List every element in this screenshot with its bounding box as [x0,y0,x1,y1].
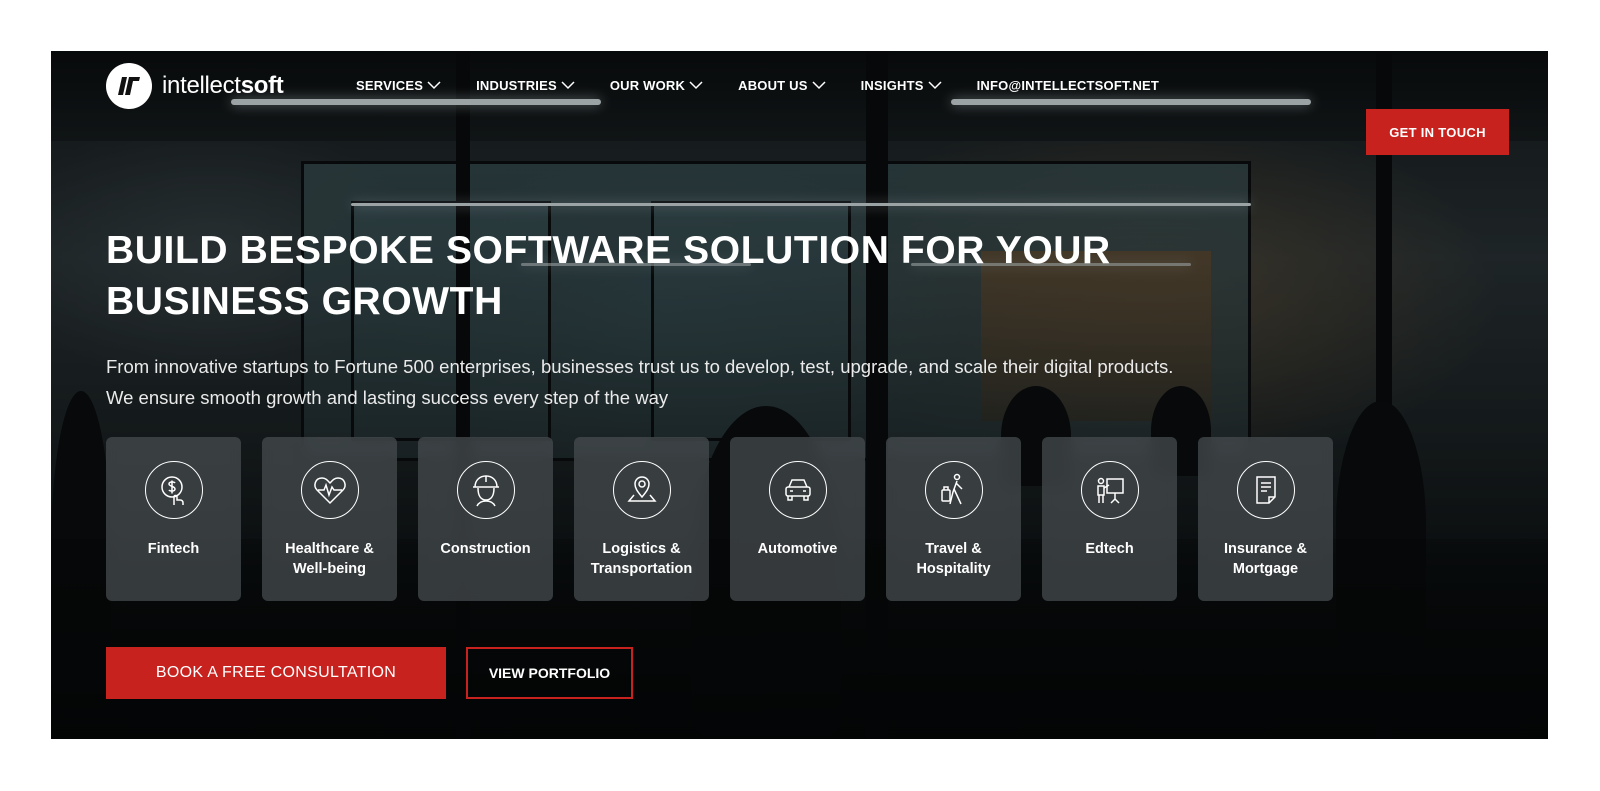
chevron-down-icon [812,81,826,90]
hero-section: intellectsoft SERVICES INDUSTRIES OUR WO… [51,51,1548,739]
nav-services[interactable]: SERVICES [356,78,441,93]
industry-card-edtech[interactable]: Edtech [1042,437,1177,601]
industry-card-label: Logistics & Transportation [590,541,693,577]
industry-card-label: Fintech [147,541,200,557]
nav-industries-label: INDUSTRIES [476,78,557,93]
industry-card-automotive[interactable]: Automotive [730,437,865,601]
nav-insights-label: INSIGHTS [860,78,924,93]
industry-card-logistics[interactable]: Logistics & Transportation [574,437,709,601]
insurance-icon [1236,461,1295,519]
chevron-down-icon [689,81,703,90]
edtech-icon [1080,461,1139,519]
hero-subtitle-line-1: From innovative startups to Fortune 500 … [106,356,1174,377]
industry-card-insurance[interactable]: Insurance & Mortgage [1198,437,1333,601]
nav-email-label: INFO@INTELLECTSOFT.NET [976,78,1160,93]
chevron-down-icon [561,81,575,90]
chevron-down-icon [928,81,942,90]
hero-title: BUILD BESPOKE SOFTWARE SOLUTION FOR YOUR… [106,225,1256,327]
nav-services-label: SERVICES [356,78,424,93]
industry-card-healthcare[interactable]: Healthcare & Well-being [262,437,397,601]
industry-card-label: Travel & Hospitality [916,541,991,577]
industry-card-travel[interactable]: Travel & Hospitality [886,437,1021,601]
industry-card-label: Construction [440,541,531,557]
industry-card-construction[interactable]: Construction [418,437,553,601]
view-portfolio-button[interactable]: VIEW PORTFOLIO [466,647,633,699]
healthcare-icon [300,461,359,519]
nav-industries[interactable]: INDUSTRIES [476,78,575,93]
book-consultation-button[interactable]: BOOK A FREE CONSULTATION [106,647,446,699]
hero-subtitle-line-2: We ensure smooth growth and lasting succ… [106,387,669,408]
industry-card-label: Automotive [757,541,838,557]
nav-email-link[interactable]: INFO@INTELLECTSOFT.NET [977,78,1159,93]
automotive-icon [768,461,827,519]
intellectsoft-logo-icon [106,63,152,109]
industry-card-label: Healthcare & Well-being [285,541,374,577]
main-nav: SERVICES INDUSTRIES OUR WORK ABOUT US IN… [356,78,1159,93]
logo[interactable]: intellectsoft [106,63,284,109]
hero-title-line-2: BUSINESS GROWTH [106,280,503,323]
nav-our-work[interactable]: OUR WORK [610,78,703,93]
chevron-down-icon [427,81,441,90]
nav-about-us[interactable]: ABOUT US [738,78,826,93]
industry-card-label: Edtech [1085,541,1134,557]
nav-insights[interactable]: INSIGHTS [861,78,942,93]
logistics-icon [612,461,671,519]
fintech-icon [144,461,203,519]
industry-card-label: Insurance & Mortgage [1224,541,1307,577]
industry-card-fintech[interactable]: Fintech [106,437,241,601]
hero-title-line-1: BUILD BESPOKE SOFTWARE SOLUTION FOR YOUR [106,229,1111,272]
travel-icon [924,461,983,519]
hero-subtitle: From innovative startups to Fortune 500 … [106,351,1356,413]
industry-cards: Fintech Healthcare & Well-being Construc… [106,437,1333,601]
logo-wordmark: intellectsoft [162,72,284,99]
construction-icon [456,461,515,519]
get-in-touch-button[interactable]: GET IN TOUCH [1366,109,1509,155]
nav-our-work-label: OUR WORK [609,78,686,93]
nav-about-us-label: ABOUT US [738,78,808,93]
